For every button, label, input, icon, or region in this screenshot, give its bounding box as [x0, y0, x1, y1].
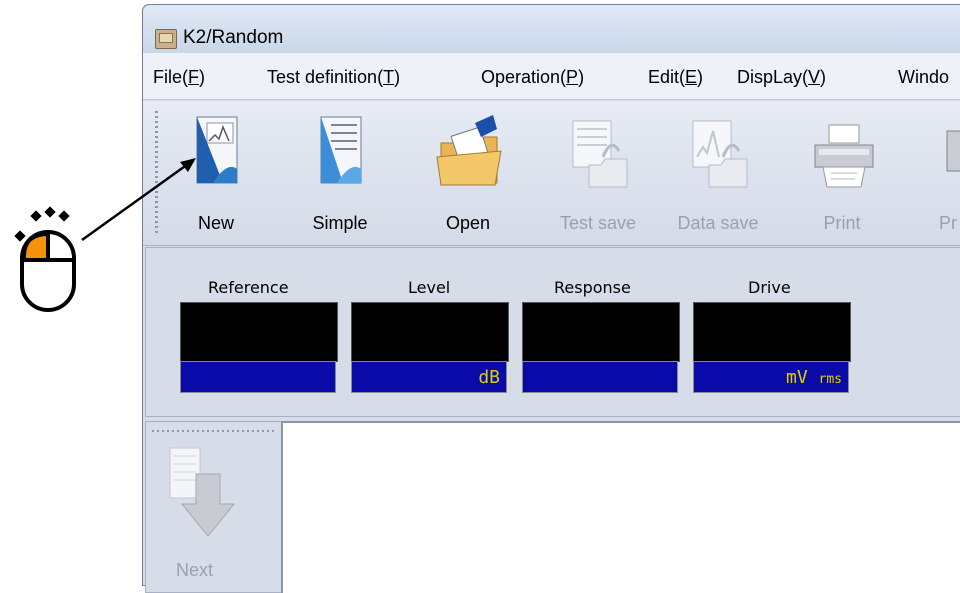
pointer-arrow — [81, 158, 196, 242]
mouse-click-icon — [14, 206, 76, 312]
